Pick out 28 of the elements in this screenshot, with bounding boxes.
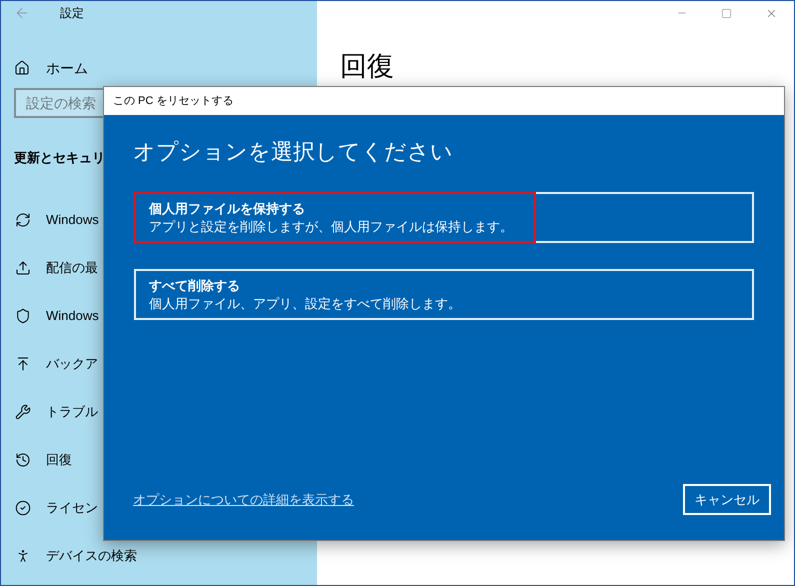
wrench-icon bbox=[15, 404, 31, 420]
shield-icon bbox=[15, 308, 31, 324]
arrow-up-icon bbox=[15, 356, 31, 372]
check-circle-icon bbox=[15, 500, 31, 516]
history-icon bbox=[15, 452, 31, 468]
nav-item[interactable]: バックア bbox=[46, 354, 98, 374]
refresh-icon bbox=[15, 212, 31, 228]
dialog-title: この PC をリセットする bbox=[113, 94, 234, 109]
home-link[interactable]: ホーム bbox=[46, 58, 88, 78]
nav-item[interactable]: トラブル bbox=[46, 402, 98, 422]
home-icon[interactable] bbox=[14, 60, 30, 76]
maximize-icon bbox=[721, 8, 732, 18]
tray-upload-icon bbox=[15, 260, 31, 276]
nav-item[interactable]: Windows bbox=[46, 210, 99, 230]
cancel-button[interactable]: キャンセル bbox=[683, 484, 771, 515]
nav-item[interactable]: Windows bbox=[46, 306, 99, 326]
nav-item[interactable]: デバイスの検索 bbox=[46, 546, 137, 566]
app-title: 設定 bbox=[60, 5, 84, 22]
nav-item[interactable]: 配信の最 bbox=[46, 258, 98, 278]
nav-item[interactable]: 回復 bbox=[46, 450, 72, 470]
details-link[interactable]: オプションについての詳細を表示する bbox=[133, 490, 354, 510]
section-header: 更新とセキュリ bbox=[14, 149, 105, 167]
page-title: 回復 bbox=[340, 50, 395, 83]
option-button[interactable]: すべて削除する 個人用ファイル、アプリ、設定をすべて削除します。 bbox=[134, 269, 754, 320]
back-icon[interactable] bbox=[14, 5, 30, 21]
nav-item[interactable]: ライセン bbox=[46, 498, 98, 518]
dialog-heading: オプションを選択してください bbox=[133, 138, 454, 166]
option-button[interactable]: 個人用ファイルを保持する アプリと設定を削除しますが、個人用ファイルは保持します。 bbox=[134, 192, 754, 243]
